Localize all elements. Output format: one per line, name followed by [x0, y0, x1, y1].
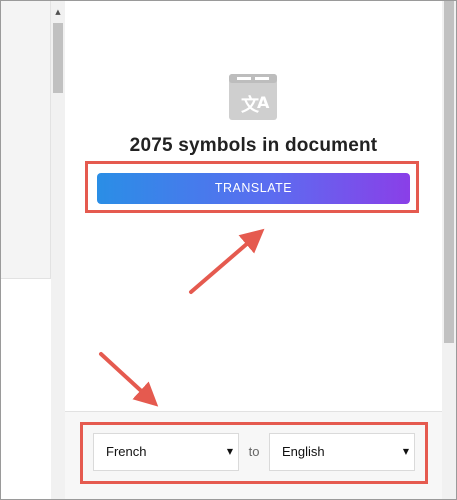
- arrow-to-language-selectors: [99, 352, 159, 407]
- annotation-arrows: [99, 228, 265, 407]
- arrow-to-translate-button: [189, 228, 265, 294]
